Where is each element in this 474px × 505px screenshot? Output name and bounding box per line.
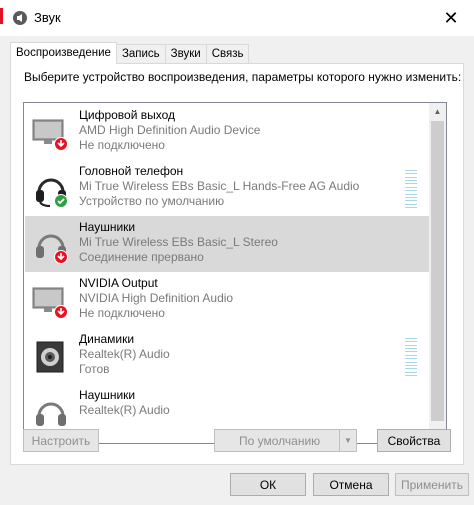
- window-edge-accent: [0, 8, 3, 24]
- tab-strip: Воспроизведение Запись Звуки Связь: [10, 42, 250, 64]
- device-name: Динамики: [79, 332, 135, 346]
- tab-communications[interactable]: Связь: [205, 44, 250, 64]
- volume-level-meter: [405, 170, 417, 208]
- chevron-down-icon[interactable]: ▼: [339, 430, 356, 451]
- window-title: Звук: [34, 10, 61, 25]
- title-bar: Звук ✕: [0, 0, 474, 36]
- device-driver: Mi True Wireless EBs Basic_L Stereo: [79, 235, 278, 249]
- set-default-label: По умолчанию: [239, 433, 321, 448]
- device-list[interactable]: Цифровой выход AMD High Definition Audio…: [23, 102, 447, 444]
- device-driver: Realtek(R) Audio: [79, 403, 170, 417]
- device-name: Наушники: [79, 220, 136, 234]
- headphones-icon: [36, 402, 66, 426]
- instruction-text: Выберите устройство воспроизведения, пар…: [24, 70, 462, 84]
- close-icon: ✕: [443, 7, 459, 28]
- set-default-button[interactable]: По умолчанию ▼: [214, 429, 357, 452]
- speaker-app-icon: [13, 11, 27, 25]
- ok-button[interactable]: ОК: [230, 473, 306, 496]
- volume-level-meter: [405, 338, 417, 376]
- device-item-digital-output[interactable]: Цифровой выход AMD High Definition Audio…: [25, 104, 429, 160]
- close-button[interactable]: ✕: [428, 0, 474, 36]
- monitor-icon: [32, 287, 68, 319]
- device-item-speakers[interactable]: Динамики Realtek(R) Audio Готов: [25, 328, 429, 384]
- device-name: NVIDIA Output: [79, 276, 158, 290]
- speaker-icon: [36, 341, 64, 373]
- cancel-button[interactable]: Отмена: [313, 473, 389, 496]
- headset-icon: [36, 178, 68, 208]
- device-item-nvidia-output[interactable]: NVIDIA Output NVIDIA High Definition Aud…: [25, 272, 429, 328]
- scroll-up-arrow-icon[interactable]: ▲: [429, 103, 446, 120]
- tab-sounds[interactable]: Звуки: [164, 44, 207, 64]
- device-list-scrollbar[interactable]: ▲ ▼: [429, 103, 446, 443]
- device-status: Соединение прервано: [79, 250, 204, 264]
- device-driver: Mi True Wireless EBs Basic_L Hands-Free …: [79, 179, 360, 193]
- device-status: Не подключено: [79, 306, 165, 320]
- apply-button[interactable]: Применить: [395, 473, 469, 496]
- tab-recording[interactable]: Запись: [115, 44, 166, 64]
- headphones-icon: [36, 234, 68, 264]
- device-driver: NVIDIA High Definition Audio: [79, 291, 234, 305]
- monitor-icon: [32, 119, 68, 151]
- device-item-headphones-selected[interactable]: Наушники Mi True Wireless EBs Basic_L St…: [25, 216, 429, 272]
- device-driver: Realtek(R) Audio: [79, 347, 170, 361]
- configure-button[interactable]: Настроить: [23, 429, 99, 452]
- playback-panel: Выберите устройство воспроизведения, пар…: [10, 63, 464, 465]
- device-name: Головной телефон: [79, 164, 184, 178]
- device-name: Наушники: [79, 388, 136, 402]
- device-item-headset[interactable]: Головной телефон Mi True Wireless EBs Ba…: [25, 160, 429, 216]
- scroll-thumb[interactable]: [431, 121, 444, 421]
- device-status: Не подключено: [79, 138, 165, 152]
- tab-playback[interactable]: Воспроизведение: [10, 42, 117, 64]
- device-driver: AMD High Definition Audio Device: [79, 123, 261, 137]
- properties-button[interactable]: Свойства: [377, 429, 451, 452]
- device-status: Готов: [79, 362, 110, 376]
- sound-dialog: Звук ✕ Воспроизведение Запись Звуки Связ…: [0, 0, 474, 505]
- device-name: Цифровой выход: [79, 108, 176, 122]
- device-status: Устройство по умолчанию: [79, 194, 225, 208]
